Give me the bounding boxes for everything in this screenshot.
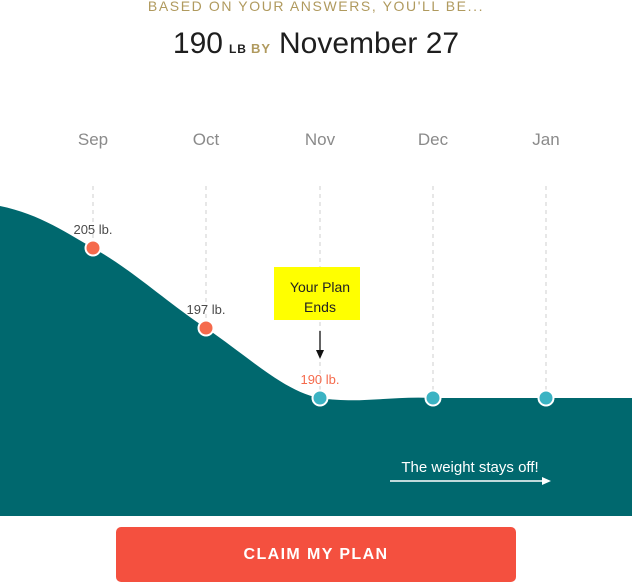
month-label-nov: Nov [305,130,336,149]
month-label-jan: Jan [532,130,559,149]
data-label: 197 lb. [186,302,225,317]
weight-stays-off-note: The weight stays off! [401,459,538,476]
claim-plan-button[interactable]: CLAIM MY PLAN [116,527,516,582]
month-label-dec: Dec [418,130,449,149]
data-label: 205 lb. [73,222,112,237]
data-point [197,319,215,337]
down-arrow-head-icon [316,350,324,359]
data-point [424,389,442,407]
callout-text: Ends [304,299,336,315]
callout-text: Your Plan [290,279,350,295]
data-label: 190 lb. [300,372,339,387]
month-label-oct: Oct [193,130,220,149]
data-point [311,389,329,407]
weight-chart: Sep Oct Nov Dec Jan 205 lb. 197 lb. 190 lb. Your… [0,130,632,516]
month-label-sep: Sep [78,130,108,149]
data-point [84,239,102,257]
data-point [537,389,555,407]
